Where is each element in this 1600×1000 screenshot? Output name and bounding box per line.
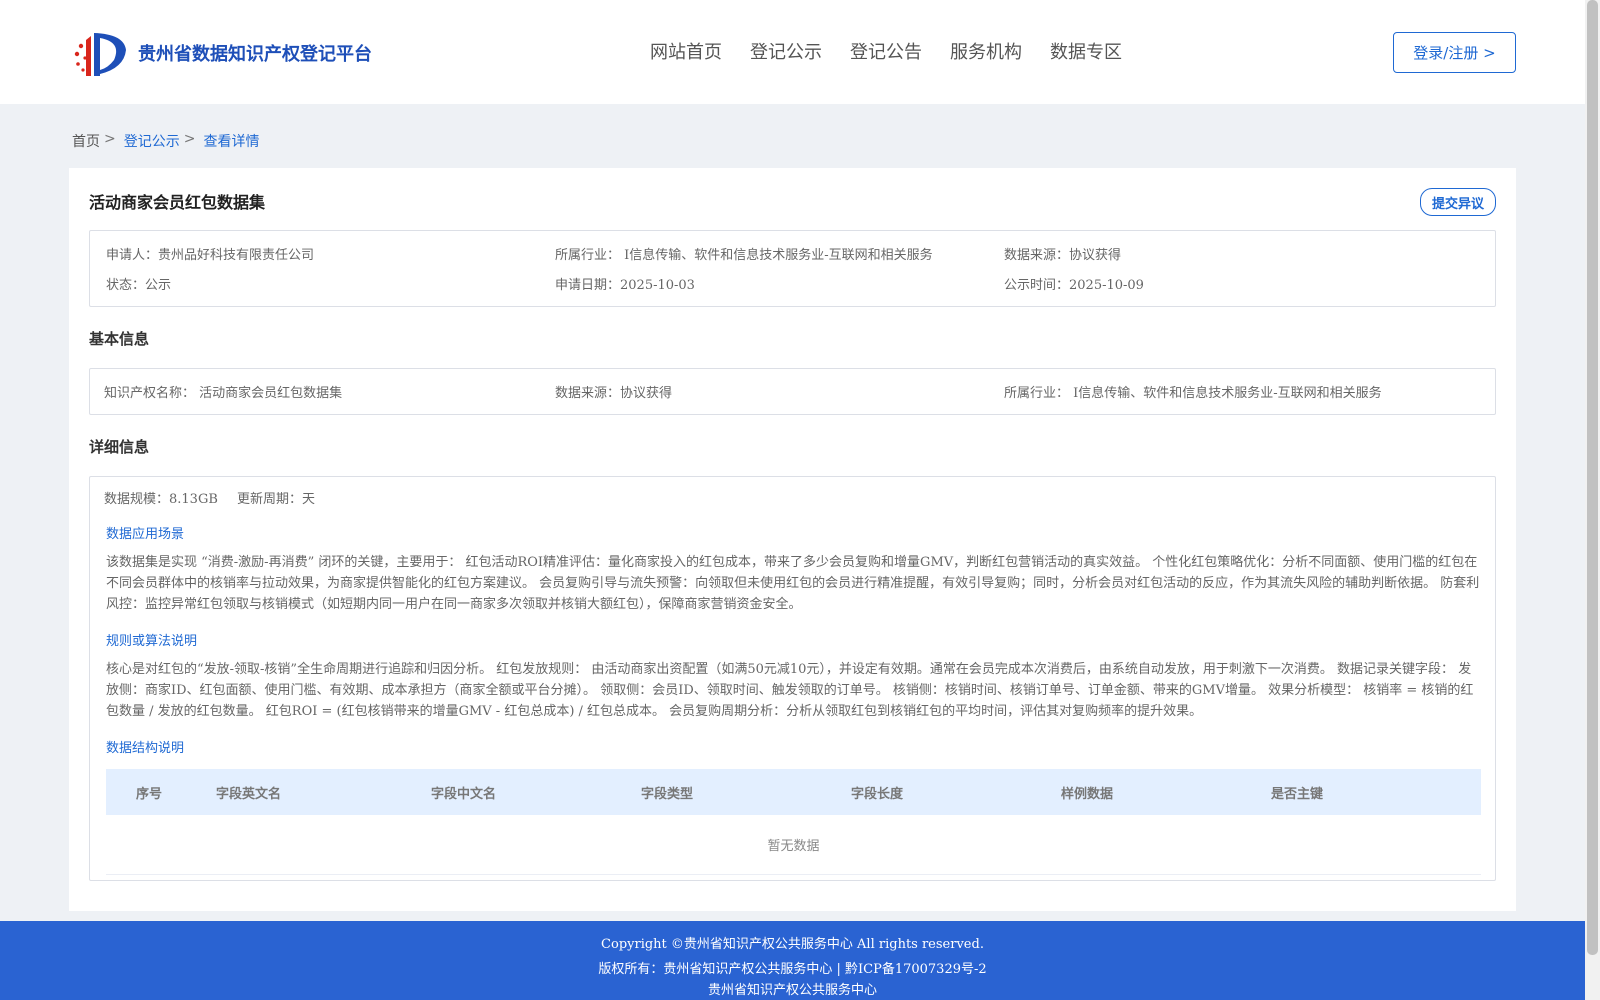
- breadcrumb-separator: >: [104, 131, 116, 147]
- update-cycle-field: 更新周期：天: [237, 492, 316, 507]
- site-footer: Copyright ©贵州省知识产权公共服务中心 All rights rese…: [0, 921, 1585, 1000]
- main-nav: 网站首页 登记公示 登记公告 服务机构 数据专区: [650, 38, 1122, 64]
- footer-owner: 版权所有：贵州省知识产权公共服务中心 | 黔ICP备17007329号-2: [598, 962, 987, 977]
- scrollbar-thumb[interactable]: [1587, 0, 1598, 955]
- rules-text: 核心是对红包的“发放-领取-核销”全生命周期进行追踪和归因分析。 红包发放规则：…: [106, 662, 1474, 719]
- table-header-cell: 字段中文名: [431, 786, 497, 802]
- table-header-cell: 字段英文名: [216, 786, 282, 802]
- apply-date-field: 申请日期：2025-10-03: [555, 278, 695, 293]
- scenario-text: 该数据集是实现 “消费-激励-再消费” 闭环的关键，主要用于： 红包活动ROI精…: [106, 555, 1480, 612]
- nav-registration-publicity[interactable]: 登记公示: [750, 38, 822, 64]
- table-header-cell: 样例数据: [1061, 786, 1114, 802]
- structure-title: 数据结构说明: [106, 741, 185, 756]
- scenario-title: 数据应用场景: [106, 527, 185, 542]
- rules-title: 规则或算法说明: [106, 634, 198, 649]
- submit-objection-button[interactable]: 提交异议: [1420, 188, 1496, 216]
- ip-name-field: 知识产权名称： 活动商家会员红包数据集: [104, 386, 343, 401]
- table-header-cell: 序号: [136, 786, 163, 802]
- basic-industry-field: 所属行业： I信息传输、软件和信息技术服务业-互联网和相关服务: [1004, 386, 1382, 401]
- page-scrollbar[interactable]: [1585, 0, 1600, 1000]
- industry-field: 所属行业： I信息传输、软件和信息技术服务业-互联网和相关服务: [555, 248, 933, 263]
- summary-box: 申请人：贵州品好科技有限责任公司 所属行业： I信息传输、软件和信息技术服务业-…: [89, 230, 1496, 307]
- table-header-cell: 字段类型: [641, 786, 694, 802]
- breadcrumb: 首页 > 登记公示 > 查看详情: [72, 131, 259, 151]
- table-header: 序号 字段英文名 字段中文名 字段类型 字段长度 样例数据 是否主键: [106, 769, 1481, 815]
- details-heading: 详细信息: [89, 438, 150, 456]
- status-field: 状态：公示: [106, 278, 172, 293]
- details-box: 数据规模：8.13GB 更新周期：天 数据应用场景 该数据集是实现 “消费-激励…: [89, 476, 1496, 881]
- breadcrumb-separator: >: [183, 131, 196, 147]
- data-source-field: 数据来源：协议获得: [1004, 248, 1122, 263]
- nav-home[interactable]: 网站首页: [650, 38, 722, 64]
- breadcrumb-registration-publicity[interactable]: 登记公示: [124, 131, 180, 151]
- nav-registration-announcement[interactable]: 登记公告: [850, 38, 922, 64]
- data-structure-table: 序号 字段英文名 字段中文名 字段类型 字段长度 样例数据 是否主键 暂无数据: [106, 769, 1481, 875]
- page-title: 活动商家会员红包数据集: [89, 193, 266, 212]
- login-register-button[interactable]: 登录/注册 >: [1393, 32, 1516, 73]
- basic-info-heading: 基本信息: [89, 330, 150, 348]
- nav-data-zone[interactable]: 数据专区: [1050, 38, 1122, 64]
- footer-org: 贵州省知识产权公共服务中心: [707, 983, 877, 998]
- platform-logo-icon: [74, 33, 126, 76]
- basic-data-source-field: 数据来源：协议获得: [555, 386, 673, 401]
- publish-date-field: 公示时间：2025-10-09: [1004, 278, 1144, 293]
- table-header-cell: 是否主键: [1271, 786, 1324, 802]
- footer-copyright: Copyright ©贵州省知识产权公共服务中心 All rights rese…: [601, 937, 984, 952]
- basic-info-box: 知识产权名称： 活动商家会员红包数据集 数据来源：协议获得 所属行业： I信息传…: [89, 368, 1496, 415]
- breadcrumb-view-details[interactable]: 查看详情: [203, 131, 259, 151]
- nav-service-agencies[interactable]: 服务机构: [950, 38, 1022, 64]
- applicant-field: 申请人：贵州品好科技有限责任公司: [106, 248, 315, 263]
- table-empty-state: 暂无数据: [106, 815, 1481, 875]
- table-header-cell: 字段长度: [851, 786, 904, 802]
- brand-title[interactable]: 贵州省数据知识产权登记平台: [138, 40, 372, 66]
- detail-card: 活动商家会员红包数据集 提交异议 申请人：贵州品好科技有限责任公司 所属行业： …: [69, 168, 1516, 911]
- data-scale-field: 数据规模：8.13GB: [104, 492, 218, 507]
- breadcrumb-home[interactable]: 首页: [72, 131, 100, 151]
- site-header: 贵州省数据知识产权登记平台 网站首页 登记公示 登记公告 服务机构 数据专区 登…: [0, 0, 1585, 104]
